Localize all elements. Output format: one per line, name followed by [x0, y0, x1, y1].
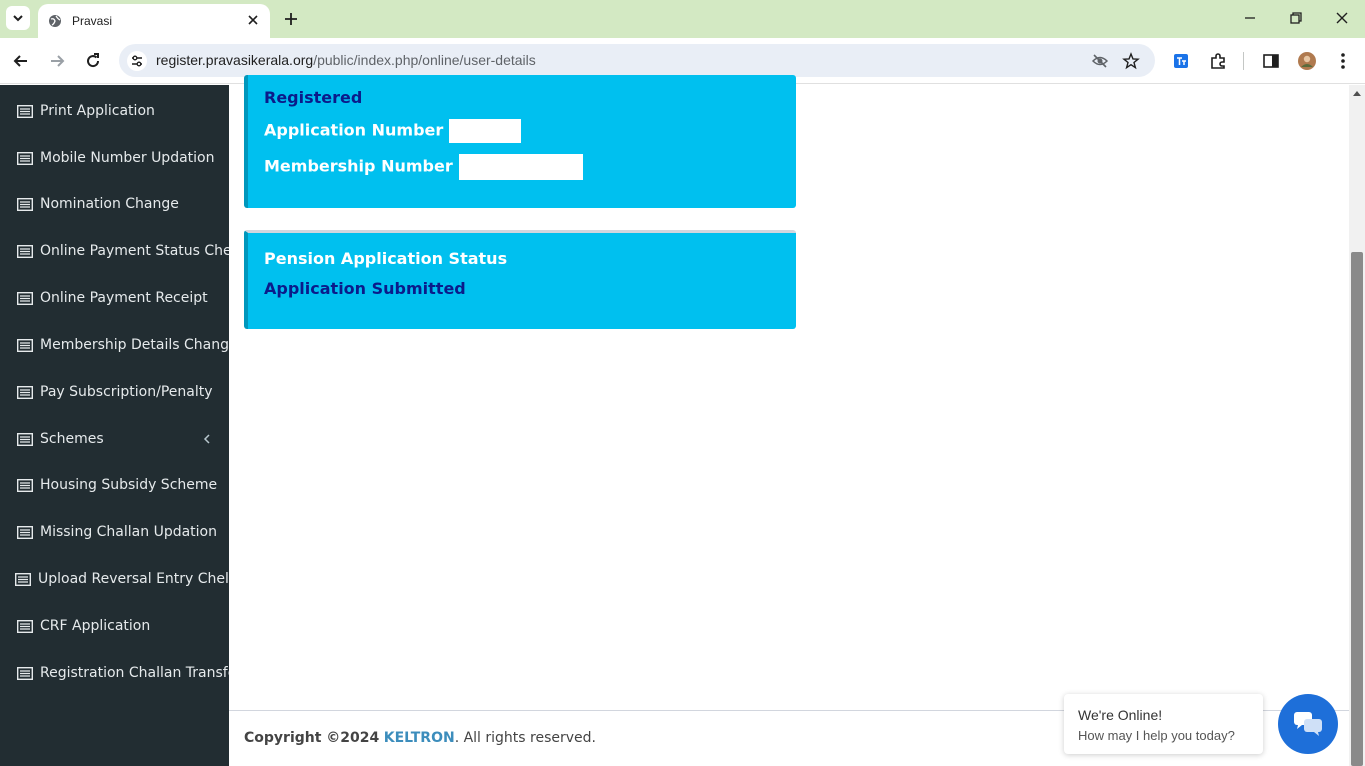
list-alt-icon: [17, 478, 33, 492]
sidebar-item-online-payment-status-check[interactable]: Online Payment Status Check: [0, 231, 229, 271]
sidebar-item-nomination-change[interactable]: Nomination Change: [0, 184, 229, 224]
sidebar-item-label: Schemes: [40, 431, 104, 447]
main-content: Registered Application Number - Membersh…: [229, 75, 1349, 766]
page-scrollbar[interactable]: [1349, 85, 1365, 766]
copyright-suffix: . All rights reserved.: [454, 730, 596, 746]
close-icon[interactable]: [246, 13, 260, 27]
scrollbar-thumb[interactable]: [1351, 252, 1363, 766]
minimize-icon[interactable]: [1242, 10, 1258, 26]
application-number-row: Application Number -: [264, 119, 522, 143]
list-alt-icon: [17, 197, 33, 211]
tab-search-button[interactable]: [6, 6, 30, 30]
membership-number-redacted: [458, 154, 583, 180]
registration-status: Registered: [264, 88, 363, 107]
list-alt-icon: [17, 619, 33, 633]
list-alt-icon: [17, 244, 33, 258]
list-alt-icon: [17, 291, 33, 305]
registration-status-box: Registered Application Number - Membersh…: [244, 75, 796, 208]
site-info-button[interactable]: [127, 51, 147, 71]
address-bar[interactable]: register.pravasikerala.org/public/index.…: [119, 44, 1155, 77]
chat-icon: [1294, 712, 1322, 736]
copyright-label: Copyright ©2024: [244, 730, 380, 746]
list-alt-icon: [17, 104, 33, 118]
pension-status-box: Pension Application Status Application S…: [244, 230, 796, 329]
sidebar-item-pay-subscription-penalty[interactable]: Pay Subscription/Penalty: [0, 372, 229, 412]
reload-icon[interactable]: [83, 51, 103, 71]
list-alt-icon: [17, 525, 33, 539]
sidebar: Print Application Mobile Number Updation…: [0, 85, 229, 766]
sidebar-item-mobile-number-updation[interactable]: Mobile Number Updation: [0, 138, 229, 178]
sidebar-item-label: Pay Subscription/Penalty: [40, 384, 213, 400]
copyright-text: Copyright ©2024 KELTRON. All rights rese…: [244, 730, 596, 746]
chat-launcher-button[interactable]: [1278, 694, 1338, 754]
extensions-puzzle-icon[interactable]: [1208, 51, 1228, 71]
restore-icon[interactable]: [1288, 10, 1304, 26]
bookmark-star-icon[interactable]: [1122, 52, 1140, 70]
sidebar-item-label: Missing Challan Updation: [40, 524, 217, 540]
sidebar-item-online-payment-receipt[interactable]: Online Payment Receipt: [0, 278, 229, 318]
chevron-down-icon: [13, 15, 23, 22]
globe-icon: [49, 15, 61, 27]
pension-status-title: Pension Application Status: [264, 249, 508, 268]
list-alt-icon: [17, 432, 33, 446]
sidebar-item-housing-subsidy-scheme[interactable]: Housing Subsidy Scheme: [0, 465, 229, 505]
profile-avatar-icon[interactable]: [1297, 51, 1317, 71]
sidebar-item-label: CRF Application: [40, 618, 151, 634]
sidebar-item-label: Print Application: [40, 103, 155, 119]
sidebar-item-missing-challan-updation[interactable]: Missing Challan Updation: [0, 512, 229, 552]
toolbar-divider: [1243, 52, 1244, 70]
sidebar-item-label: Online Payment Status Check: [40, 243, 229, 259]
url-path: /public/index.php/online/user-details: [313, 52, 536, 68]
membership-number-row: Membership Number -: [264, 154, 583, 180]
sidebar-item-label: Membership Details Change: [40, 337, 229, 353]
chat-title: We're Online!: [1078, 707, 1163, 723]
new-tab-plus-icon[interactable]: [282, 10, 300, 28]
sidebar-item-label: Nomination Change: [40, 196, 179, 212]
scroll-up-arrow-icon[interactable]: [1352, 89, 1362, 97]
eye-off-icon[interactable]: [1091, 52, 1109, 70]
sidebar-item-label: Mobile Number Updation: [40, 150, 215, 166]
chevron-left-icon[interactable]: [203, 433, 211, 445]
sidebar-item-label: Registration Challan Transfer: [40, 665, 229, 681]
sidebar-item-crf-application[interactable]: CRF Application: [0, 606, 229, 646]
pension-status-value: Application Submitted: [264, 279, 466, 298]
tab-title: Pravasi: [72, 14, 113, 28]
list-alt-icon: [17, 338, 33, 352]
membership-number-label: Membership Number -: [264, 156, 465, 176]
list-alt-icon: [17, 151, 33, 165]
tune-icon: [132, 55, 142, 67]
chat-greeting-bubble[interactable]: We're Online! How may I help you today?: [1064, 694, 1263, 754]
browser-tab[interactable]: Pravasi: [38, 4, 270, 38]
list-alt-icon: [17, 385, 33, 399]
forward-arrow-icon[interactable]: [47, 51, 67, 71]
sidebar-item-upload-reversal-entry-chellan[interactable]: Upload Reversal Entry Chellan: [0, 559, 229, 599]
sidebar-item-schemes[interactable]: Schemes: [0, 419, 229, 459]
more-menu-icon[interactable]: [1333, 51, 1353, 71]
sidebar-item-label: Online Payment Receipt: [40, 290, 208, 306]
back-arrow-icon[interactable]: [11, 51, 31, 71]
sidebar-item-membership-details-change[interactable]: Membership Details Change: [0, 325, 229, 365]
sidebar-item-label: Housing Subsidy Scheme: [40, 477, 218, 493]
keltron-link[interactable]: KELTRON: [384, 730, 455, 746]
application-number-redacted: [449, 119, 522, 143]
browser-tab-strip: Pravasi: [0, 0, 1365, 38]
url-host: register.pravasikerala.org: [156, 52, 314, 68]
url-text: register.pravasikerala.org/public/index.…: [156, 52, 536, 68]
list-alt-icon: [15, 572, 31, 586]
list-alt-icon: [17, 666, 33, 680]
application-number-label: Application Number -: [264, 120, 456, 140]
window-close-icon[interactable]: [1334, 10, 1350, 26]
chat-subtitle: How may I help you today?: [1078, 728, 1235, 743]
translate-extension-icon[interactable]: [1171, 51, 1191, 71]
sidebar-item-registration-challan-transfer[interactable]: Registration Challan Transfer: [0, 653, 229, 693]
sidebar-item-label: Upload Reversal Entry Chellan: [38, 571, 229, 587]
sidebar-item-print-application[interactable]: Print Application: [0, 91, 229, 131]
side-panel-icon[interactable]: [1261, 51, 1281, 71]
